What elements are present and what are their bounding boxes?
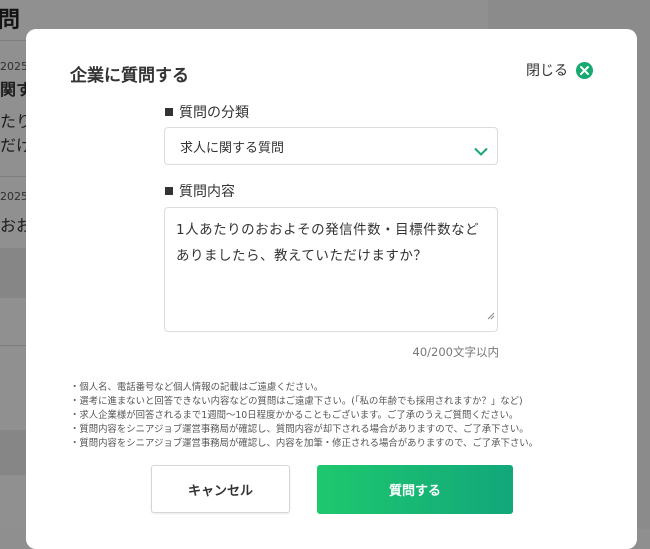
resize-handle-icon[interactable] <box>487 303 495 329</box>
question-modal: 企業に質問する 閉じる 質問の分類 求人に関する質問 質問内容 1人あたりのおお… <box>26 29 637 549</box>
question-textarea[interactable]: 1人あたりのおおよその発信件数・目標件数などありましたら、教えていただけますか？ <box>164 207 498 332</box>
note-item: ・選考に進まないと回答できない内容などの質問はご遠慮下さい。(「私の年齢でも採用… <box>70 396 523 407</box>
content-label: 質問内容 <box>165 181 235 201</box>
character-count: 40/200文字以内 <box>412 345 499 359</box>
close-icon[interactable] <box>576 61 593 79</box>
note-item: ・個人名、電話番号など個人情報の記載はご遠慮ください。 <box>70 382 324 393</box>
note-item: ・質問内容をシニアジョブ運営事務局が確認し、質問内容が却下される場合がありますの… <box>70 424 529 435</box>
content-label-text: 質問内容 <box>179 184 235 200</box>
question-text: 1人あたりのおおよその発信件数・目標件数などありましたら、教えていただけますか？ <box>176 222 480 264</box>
chevron-down-icon <box>474 141 488 160</box>
note-item: ・質問内容をシニアジョブ運営事務局が確認し、内容を加筆・修正される場合があります… <box>70 438 539 449</box>
square-bullet-icon <box>165 187 173 195</box>
category-label: 質問の分類 <box>165 102 249 122</box>
category-select[interactable]: 求人に関する質問 <box>164 127 498 165</box>
category-select-value: 求人に関する質問 <box>180 140 285 156</box>
square-bullet-icon <box>165 108 173 116</box>
close-button[interactable]: 閉じる <box>526 60 593 80</box>
note-item: ・求人企業様が回答されるまで1週間〜10日程度かかることもございます。ご了承のう… <box>70 410 519 421</box>
category-label-text: 質問の分類 <box>179 105 249 121</box>
cancel-button[interactable]: キャンセル <box>151 465 290 513</box>
notes-list: ・個人名、電話番号など個人情報の記載はご遠慮ください。 ・選考に進まないと回答で… <box>70 381 630 451</box>
submit-question-button[interactable]: 質問する <box>317 465 513 514</box>
modal-title: 企業に質問する <box>70 66 189 86</box>
close-label: 閉じる <box>526 63 568 79</box>
